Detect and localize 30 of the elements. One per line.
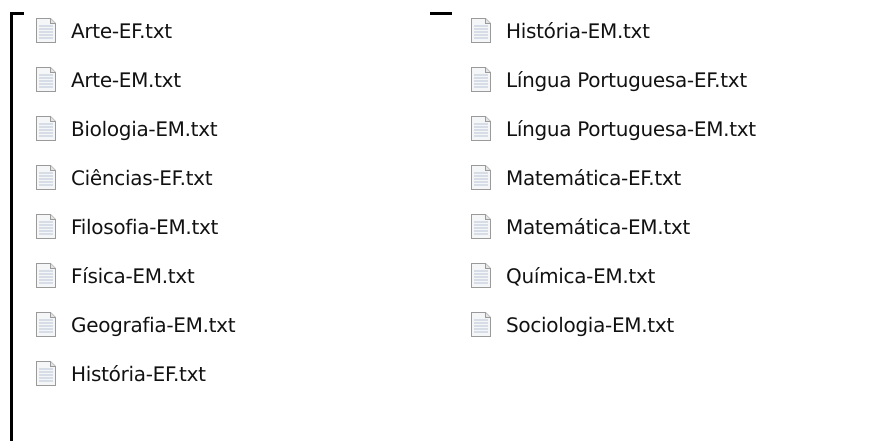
file-name[interactable]: Sociologia-EM.txt bbox=[506, 310, 674, 340]
text-document-icon bbox=[35, 66, 57, 93]
text-document-icon bbox=[35, 311, 57, 338]
text-document-icon bbox=[35, 17, 57, 44]
file-name[interactable]: Arte-EF.txt bbox=[71, 16, 172, 46]
text-document-icon bbox=[35, 164, 57, 191]
file-name[interactable]: Matemática-EM.txt bbox=[506, 212, 690, 242]
text-document-icon bbox=[470, 17, 492, 44]
file-name[interactable]: Geografia-EM.txt bbox=[71, 310, 236, 340]
text-document-icon bbox=[470, 115, 492, 142]
file-name[interactable]: Química-EM.txt bbox=[506, 260, 656, 290]
text-document-icon bbox=[470, 66, 492, 93]
file-name[interactable]: História-EM.txt bbox=[506, 16, 650, 46]
file-name[interactable]: Ciências-EF.txt bbox=[71, 162, 212, 192]
file-name[interactable]: História-EF.txt bbox=[71, 358, 206, 388]
text-document-icon bbox=[35, 262, 57, 289]
text-document-icon bbox=[470, 213, 492, 240]
file-name[interactable]: Biologia-EM.txt bbox=[71, 114, 218, 144]
file-name[interactable]: Arte-EM.txt bbox=[71, 64, 181, 94]
text-document-icon bbox=[470, 164, 492, 191]
file-name[interactable]: Língua Portuguesa-EF.txt bbox=[506, 64, 747, 94]
file-name[interactable]: Língua Portuguesa-EM.txt bbox=[506, 114, 756, 144]
text-document-icon bbox=[35, 115, 57, 142]
file-name[interactable]: Matemática-EF.txt bbox=[506, 162, 681, 192]
text-document-icon bbox=[470, 262, 492, 289]
text-document-icon bbox=[35, 213, 57, 240]
file-name[interactable]: Física-EM.txt bbox=[71, 260, 194, 290]
file-name[interactable]: Filosofia-EM.txt bbox=[71, 212, 218, 242]
text-document-icon bbox=[470, 311, 492, 338]
text-document-icon bbox=[35, 360, 57, 387]
